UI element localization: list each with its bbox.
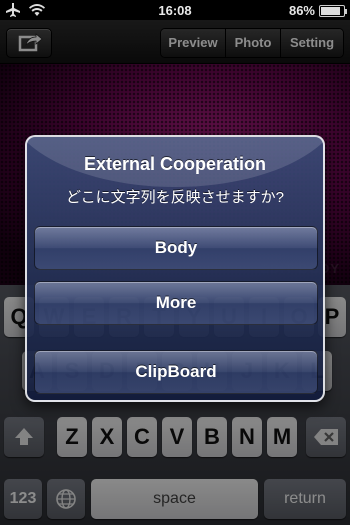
more-button[interactable]: More: [34, 281, 318, 325]
alert-message: どこに文字列を反映させますか?: [66, 189, 284, 206]
external-cooperation-alert: External Cooperation どこに文字列を反映させますか? Bod…: [25, 135, 325, 402]
battery-icon: [319, 4, 347, 17]
clipboard-button[interactable]: ClipBoard: [34, 350, 318, 394]
status-bar: 16:08 86%: [0, 0, 350, 20]
battery-percent: 86%: [288, 3, 315, 18]
battery-fill: [321, 6, 340, 15]
alert-title: External Cooperation: [83, 154, 267, 174]
body-button[interactable]: Body: [34, 226, 318, 270]
